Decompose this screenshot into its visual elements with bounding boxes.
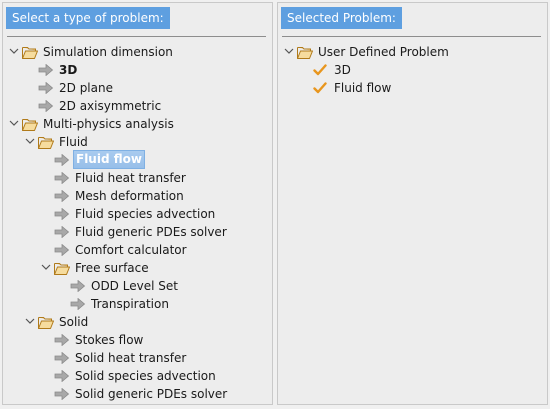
tree-item-label: 2D plane — [59, 81, 113, 95]
tree-item-row[interactable]: Fluid species advection — [3, 205, 272, 223]
tree-item-label: 3D — [334, 63, 351, 77]
chevron-down-icon[interactable] — [283, 43, 295, 61]
tree-item-label: Fluid heat transfer — [75, 171, 186, 185]
tree-item-row[interactable]: Transpiration — [3, 295, 272, 313]
tree-item-row[interactable]: ODD Level Set — [3, 277, 272, 295]
tree-item-label: Fluid generic PDEs solver — [75, 225, 227, 239]
chevron-down-icon[interactable] — [24, 133, 36, 151]
tree-item-label: Fluid species advection — [75, 207, 216, 221]
chevron-down-icon[interactable] — [8, 43, 20, 61]
tree-item-label: Solid — [59, 315, 89, 329]
tree-folder-row[interactable]: Multi-physics analysis — [3, 115, 272, 133]
tree-item-label: Simulation dimension — [43, 45, 173, 59]
tree-item-row[interactable]: 3D — [278, 61, 547, 79]
tree-item-label: 3D — [59, 63, 78, 77]
tree-item-row[interactable]: Solid generic PDEs solver — [3, 385, 272, 403]
tree-item-label: Multi-physics analysis — [43, 117, 174, 131]
panel-header: Select a type of problem: — [6, 7, 170, 29]
tree-item-row[interactable]: Fluid flow — [3, 150, 272, 169]
tree-item-label: Comfort calculator — [75, 243, 187, 257]
tree-item-label: Fluid flow — [73, 150, 145, 169]
separator — [282, 36, 541, 37]
tree-item-row[interactable]: Fluid flow — [278, 79, 547, 97]
tree-item-label: Fluid flow — [334, 81, 392, 95]
tree-folder-row[interactable]: Solid — [3, 313, 272, 331]
tree-item-label: Mesh deformation — [75, 189, 184, 203]
tree-item-row[interactable]: Fluid generic PDEs solver — [3, 223, 272, 241]
tree-item-label: Free surface — [75, 261, 149, 275]
tree-item-label: User Defined Problem — [318, 45, 449, 59]
tree-folder-row[interactable]: Simulation dimension — [3, 43, 272, 61]
tree-item-row[interactable]: 2D axisymmetric — [3, 97, 272, 115]
tree-item-row[interactable]: Solid heat transfer — [3, 349, 272, 367]
selected-problem-panel: Selected Problem: User Defined Problem 3D… — [277, 2, 548, 405]
tree-item-label: Stokes flow — [75, 333, 144, 347]
separator — [7, 36, 266, 37]
tree-item-row[interactable]: 2D plane — [3, 79, 272, 97]
tree-item-row[interactable]: 3D — [3, 61, 272, 79]
tree-item-row[interactable]: Comfort calculator — [3, 241, 272, 259]
tree-item-label: Solid species advection — [75, 369, 216, 383]
chevron-down-icon[interactable] — [40, 259, 52, 277]
tree-folder-row[interactable]: User Defined Problem — [278, 43, 547, 61]
tree-item-label: Fluid — [59, 135, 88, 149]
tree-item-row[interactable]: Mesh deformation — [3, 187, 272, 205]
tree-item-row[interactable]: Stokes flow — [3, 331, 272, 349]
tree-item-label: Solid heat transfer — [75, 351, 187, 365]
tree-item-row[interactable]: Fluid heat transfer — [3, 169, 272, 187]
chevron-down-icon[interactable] — [8, 115, 20, 133]
tree-folder-row[interactable]: Free surface — [3, 259, 272, 277]
tree-item-label: ODD Level Set — [91, 279, 178, 293]
chevron-down-icon[interactable] — [24, 313, 36, 331]
problem-type-panel: Select a type of problem: Simulation dim… — [2, 2, 273, 405]
panel-header: Selected Problem: — [281, 7, 402, 29]
tree-folder-row[interactable]: Fluid — [3, 133, 272, 151]
tree-item-label: Solid generic PDEs solver — [75, 387, 228, 401]
tree-item-label: 2D axisymmetric — [59, 99, 162, 113]
tree-item-label: Transpiration — [91, 297, 169, 311]
tree-item-row[interactable]: Solid species advection — [3, 367, 272, 385]
